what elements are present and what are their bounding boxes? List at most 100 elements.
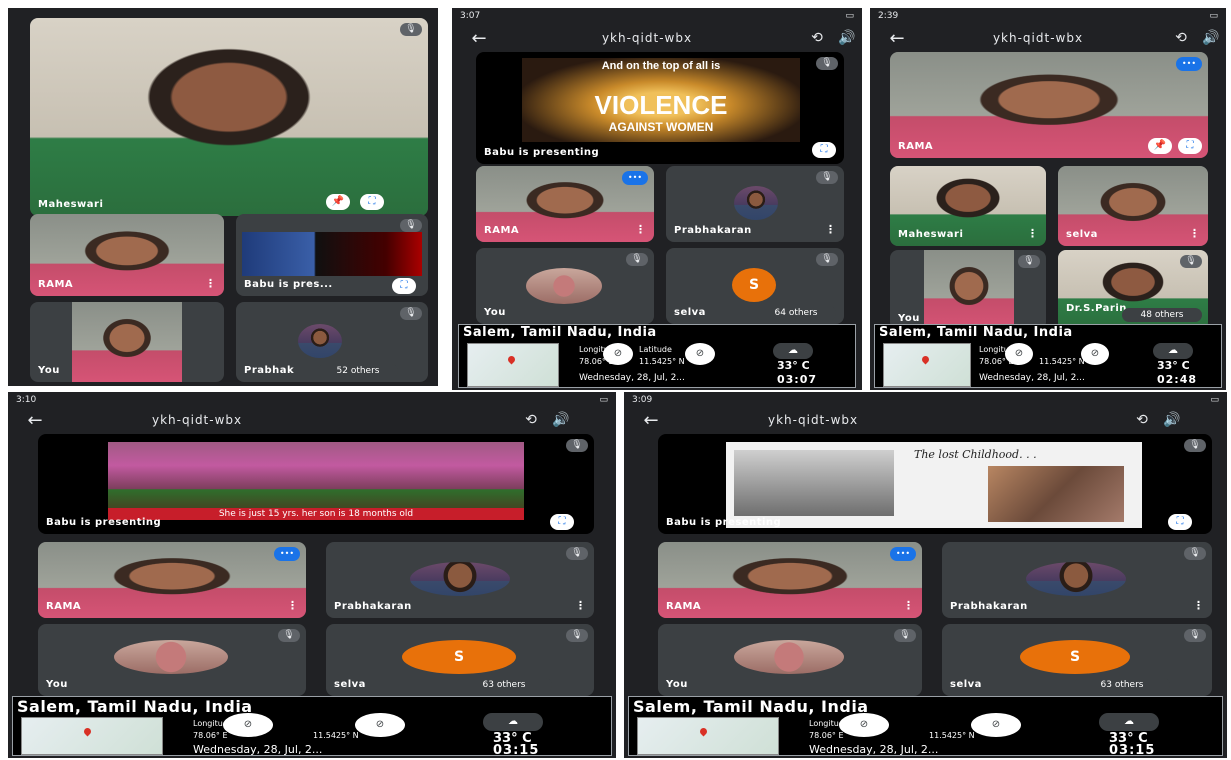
meeting-header: ← ykh-qidt-wbx ⟲ 🔊: [624, 404, 1227, 436]
slide-caption: She is just 15 yrs. her son is 18 months…: [108, 508, 524, 520]
speaker-icon[interactable]: 🔊: [1157, 412, 1187, 428]
main-video-tile[interactable]: 🎙 Maheswari 📌 ⛶: [30, 18, 428, 216]
longitude-value: 78.06° E: [193, 731, 228, 740]
others-count[interactable]: 63 others: [1074, 678, 1170, 692]
meeting-header: ← ykh-qidt-wbx ⟲ 🔊: [452, 22, 862, 54]
tile-presentation[interactable]: 🎙 Babu is pres... ⛶: [236, 214, 428, 296]
more-vert-icon[interactable]: ⋮: [287, 599, 298, 612]
meeting-code[interactable]: ykh-qidt-wbx: [492, 31, 802, 45]
tile-you[interactable]: 🎙 You: [38, 624, 306, 696]
back-arrow-icon[interactable]: ←: [466, 28, 492, 49]
participant-name: Prabhakaran: [950, 601, 1028, 612]
tile-you[interactable]: 🎙 You: [890, 250, 1046, 330]
more-vert-icon[interactable]: ⋮: [575, 599, 586, 612]
others-count[interactable]: 63 others: [456, 678, 552, 692]
presentation-slide: And on the top of all is VIOLENCE AGAINS…: [522, 58, 800, 142]
fullscreen-icon[interactable]: ⛶: [812, 142, 836, 158]
speaking-indicator-icon: •••: [274, 547, 300, 561]
tile-selva[interactable]: S 🎙 selva 63 others: [326, 624, 594, 696]
participant-name: selva: [674, 307, 706, 318]
location-date: Wednesday, 28, Jul, 2...: [809, 743, 939, 756]
back-arrow-icon[interactable]: ←: [884, 28, 910, 49]
tile-you[interactable]: 🎙 You: [658, 624, 922, 696]
tile-prabhakaran[interactable]: 🎙 Prabhakaran ⋮: [326, 542, 594, 618]
main-video-tile[interactable]: ••• RAMA 📌 ⛶: [890, 52, 1208, 158]
switch-camera-icon[interactable]: ⟲: [1127, 412, 1157, 428]
participant-avatar: [410, 562, 510, 596]
mic-off-icon[interactable]: ⊘: [839, 713, 889, 737]
tile-prabhakaran[interactable]: 🎙 Prabhakaran ⋮: [942, 542, 1212, 618]
location-city: Salem, Tamil Nadu, India: [633, 697, 869, 716]
switch-camera-icon[interactable]: ⟲: [516, 412, 546, 428]
more-vert-icon[interactable]: ⋮: [825, 223, 836, 236]
participant-name: Maheswari: [38, 199, 104, 210]
camera-off-icon[interactable]: ⊘: [355, 713, 405, 737]
more-vert-icon[interactable]: ⋮: [1189, 227, 1200, 240]
latitude-value: 11.5425° N: [1039, 357, 1085, 366]
back-arrow-icon[interactable]: ←: [22, 410, 48, 431]
speaker-icon[interactable]: 🔊: [546, 412, 576, 428]
tile-selva[interactable]: S 🎙 selva 64 others: [666, 248, 844, 324]
self-avatar: [526, 268, 602, 304]
meeting-code[interactable]: ykh-qidt-wbx: [910, 31, 1166, 45]
speaking-indicator-icon: •••: [890, 547, 916, 561]
tile-rama[interactable]: ••• RAMA ⋮: [476, 166, 654, 242]
presentation-tile[interactable]: The lost Childhood. . . 🎙 Babu is presen…: [658, 434, 1212, 534]
more-vert-icon[interactable]: ⋮: [903, 599, 914, 612]
others-count[interactable]: 64 others: [756, 306, 836, 320]
mic-off-icon: 🎙: [1184, 439, 1206, 452]
mic-off-icon[interactable]: ⊘: [603, 343, 633, 365]
pin-icon[interactable]: 📌: [1148, 138, 1172, 154]
more-vert-icon[interactable]: ⋮: [635, 223, 646, 236]
pin-icon[interactable]: 📌: [326, 194, 350, 210]
more-vert-icon[interactable]: ⋮: [1193, 599, 1204, 612]
tile-maheswari[interactable]: Maheswari ⋮: [890, 166, 1046, 246]
mic-off-icon: 🎙: [566, 439, 588, 452]
mic-off-icon[interactable]: ⊘: [223, 713, 273, 737]
mic-off-icon: 🎙: [816, 57, 838, 70]
tile-rama[interactable]: ••• RAMA ⋮: [38, 542, 306, 618]
presentation-slide: The lost Childhood. . .: [726, 442, 1142, 528]
location-stamp: Salem, Tamil Nadu, India Longitude 78.06…: [458, 324, 856, 388]
fullscreen-icon[interactable]: ⛶: [392, 278, 416, 294]
tile-selva[interactable]: S 🎙 selva 63 others: [942, 624, 1212, 696]
tile-rama[interactable]: ••• RAMA ⋮: [658, 542, 922, 618]
camera-off-icon[interactable]: ⊘: [971, 713, 1021, 737]
meeting-code[interactable]: ykh-qidt-wbx: [48, 413, 516, 427]
more-vert-icon[interactable]: ⋮: [205, 277, 216, 290]
location-city: Salem, Tamil Nadu, India: [463, 325, 657, 340]
camera-off-icon[interactable]: ⊘: [1081, 343, 1109, 365]
speaker-icon[interactable]: 🔊: [832, 30, 862, 46]
presentation-tile[interactable]: And on the top of all is VIOLENCE AGAINS…: [476, 52, 844, 164]
self-video: [72, 302, 182, 382]
meeting-code[interactable]: ykh-qidt-wbx: [664, 413, 1127, 427]
participant-avatar: [734, 186, 778, 220]
fullscreen-icon[interactable]: ⛶: [1178, 138, 1202, 154]
fullscreen-icon[interactable]: ⛶: [1168, 514, 1192, 530]
map-pin-icon: [506, 354, 517, 365]
fullscreen-icon[interactable]: ⛶: [360, 194, 384, 210]
tile-drparin[interactable]: 🎙 Dr.S.Parin 48 others: [1058, 250, 1208, 330]
mic-off-icon[interactable]: ⊘: [1005, 343, 1033, 365]
camera-off-icon[interactable]: ⊘: [685, 343, 715, 365]
tile-prabhakaran[interactable]: 🎙 Prabhakaran ⋮: [666, 166, 844, 242]
tile-rama[interactable]: RAMA ⋮: [30, 214, 224, 296]
switch-camera-icon[interactable]: ⟲: [1166, 30, 1196, 46]
tile-prabhakaran[interactable]: 🎙 Prabhak 52 others: [236, 302, 428, 382]
others-count[interactable]: 48 others: [1122, 308, 1202, 322]
location-stamp: Salem, Tamil Nadu, India Longitude 78.06…: [874, 324, 1222, 388]
switch-camera-icon[interactable]: ⟲: [802, 30, 832, 46]
more-vert-icon[interactable]: ⋮: [1027, 227, 1038, 240]
fullscreen-icon[interactable]: ⛶: [550, 514, 574, 530]
weather-icon: ☁: [1153, 343, 1193, 359]
slide-heading: And on the top of all is: [601, 60, 721, 72]
others-count[interactable]: 52 others: [318, 364, 398, 378]
back-arrow-icon[interactable]: ←: [638, 410, 664, 431]
speaker-icon[interactable]: 🔊: [1196, 30, 1226, 46]
tile-you[interactable]: You: [30, 302, 224, 382]
temperature: 33° C: [777, 359, 810, 372]
tile-you[interactable]: 🎙 You: [476, 248, 654, 324]
latitude-value: 11.5425° N: [639, 357, 685, 366]
presentation-tile[interactable]: She is just 15 yrs. her son is 18 months…: [38, 434, 594, 534]
tile-selva[interactable]: selva ⋮: [1058, 166, 1208, 246]
